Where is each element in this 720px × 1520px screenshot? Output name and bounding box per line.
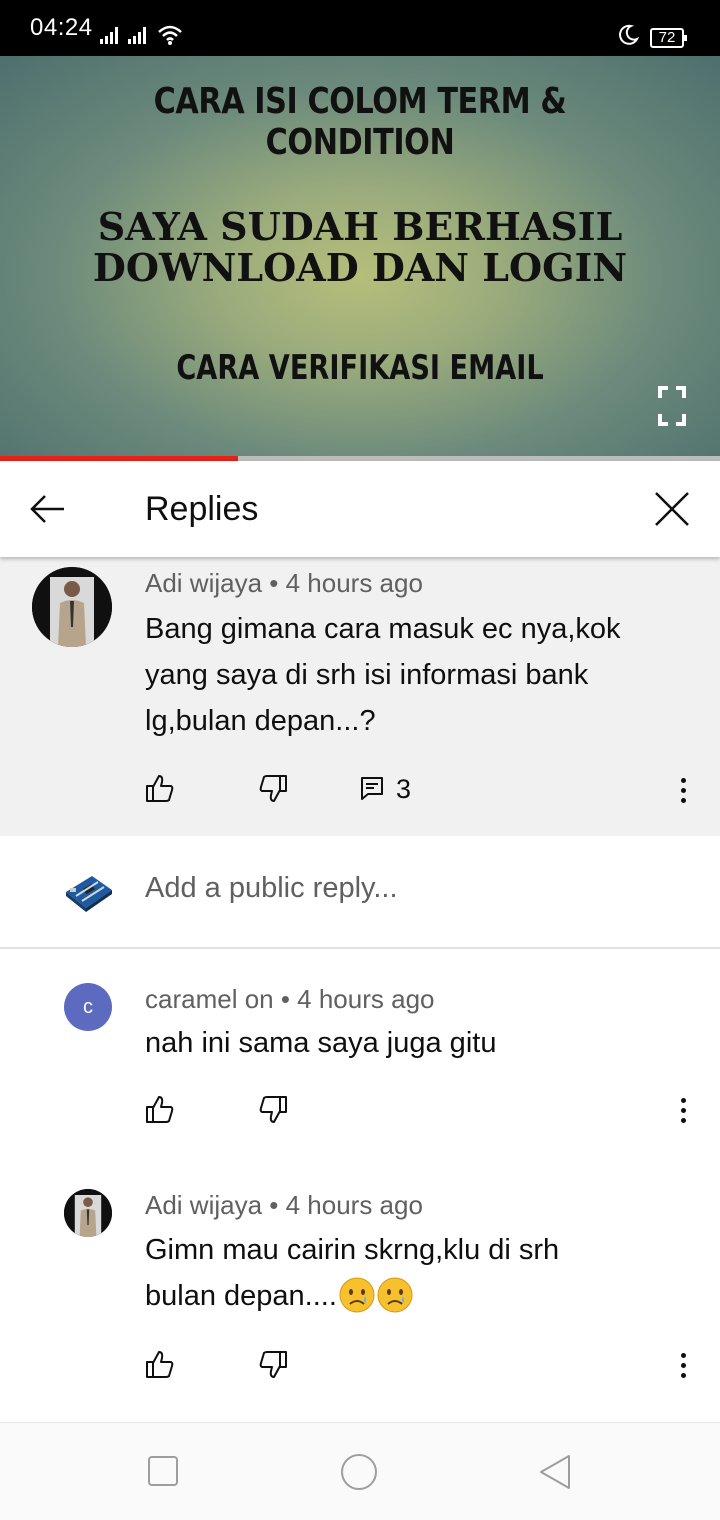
video-subtitle: SAYA SUDAH BERHASIL DOWNLOAD DAN LOGIN	[0, 206, 720, 288]
dislike-icon[interactable]	[258, 1095, 288, 1125]
video-player[interactable]: CARA ISI COLOM TERM & CONDITION SAYA SUD…	[0, 56, 720, 456]
status-time: 04:24	[30, 14, 93, 41]
reply-text: Gimn mau cairin skrng,klu di srh bulan d…	[145, 1227, 559, 1319]
fullscreen-icon[interactable]	[658, 386, 686, 426]
more-options-icon[interactable]	[681, 1098, 687, 1128]
system-nav-bar	[0, 1422, 720, 1520]
comment-text-line: lg,bulan depan...?	[145, 705, 376, 737]
more-options-icon[interactable]	[681, 778, 687, 808]
dislike-icon[interactable]	[258, 774, 288, 804]
comment-text: Bang gimana cara masuk ec nya,kok yang s…	[145, 606, 621, 744]
battery-level: 72	[658, 29, 676, 46]
video-subtitle-line-2: DOWNLOAD DAN LOGIN	[92, 245, 628, 290]
signal-icon	[100, 27, 118, 44]
user-photo-icon	[64, 1189, 112, 1237]
avatar[interactable]	[64, 1189, 112, 1237]
like-icon[interactable]	[145, 773, 175, 803]
reply-comment-icon[interactable]	[360, 776, 384, 800]
more-options-icon[interactable]	[681, 1353, 687, 1383]
reply-text-line-content: bulan depan....	[145, 1280, 337, 1312]
like-icon[interactable]	[145, 1094, 175, 1124]
status-bar: 04:24 72	[0, 0, 720, 56]
reply-text: nah ini sama saya juga gitu	[145, 1027, 497, 1059]
sad-face-emoji-icon	[339, 1277, 375, 1313]
comment-author-meta: Adi wijaya • 4 hours ago	[145, 568, 423, 598]
sad-face-emoji-icon	[377, 1277, 413, 1313]
back-triangle-icon[interactable]	[538, 1453, 572, 1491]
avatar[interactable]: c	[64, 983, 112, 1031]
my-avatar	[62, 866, 114, 918]
user-photo-icon	[32, 567, 112, 647]
video-subtitle-line-1: SAYA SUDAH BERHASIL	[97, 204, 623, 249]
reply-count[interactable]: 3	[396, 774, 411, 805]
page-title: Replies	[145, 490, 259, 528]
close-icon[interactable]	[652, 489, 692, 529]
video-caption-line: CARA VERIFIKASI EMAIL	[176, 348, 544, 388]
circuit-board-icon	[66, 876, 112, 912]
reply-text-line: bulan depan....	[145, 1273, 559, 1319]
reply-text-line: Gimn mau cairin skrng,klu di srh	[145, 1234, 560, 1266]
dislike-icon[interactable]	[258, 1350, 288, 1380]
divider	[0, 947, 720, 949]
replies-header: Replies	[0, 461, 720, 557]
recents-square-icon[interactable]	[147, 1455, 179, 1487]
reply-author-meta: Adi wijaya • 4 hours ago	[145, 1190, 423, 1220]
video-title-line: CARA ISI COLOM TERM & CONDITION	[153, 81, 567, 163]
back-arrow-icon[interactable]	[28, 489, 68, 529]
comment-text-line: yang saya di srh isi informasi bank	[145, 659, 589, 691]
reply-author-meta: caramel on • 4 hours ago	[145, 984, 435, 1014]
moon-icon	[619, 24, 639, 45]
public-reply-input[interactable]: Add a public reply...	[145, 872, 398, 905]
home-circle-icon[interactable]	[340, 1453, 378, 1491]
avatar-letter: c	[83, 996, 93, 1018]
like-icon[interactable]	[145, 1349, 175, 1379]
signal-icon-2	[128, 27, 146, 44]
battery-icon: 72	[650, 28, 687, 48]
wifi-icon	[158, 25, 182, 45]
comment-text-line: Bang gimana cara masuk ec nya,kok	[145, 613, 621, 645]
avatar[interactable]	[32, 567, 112, 647]
